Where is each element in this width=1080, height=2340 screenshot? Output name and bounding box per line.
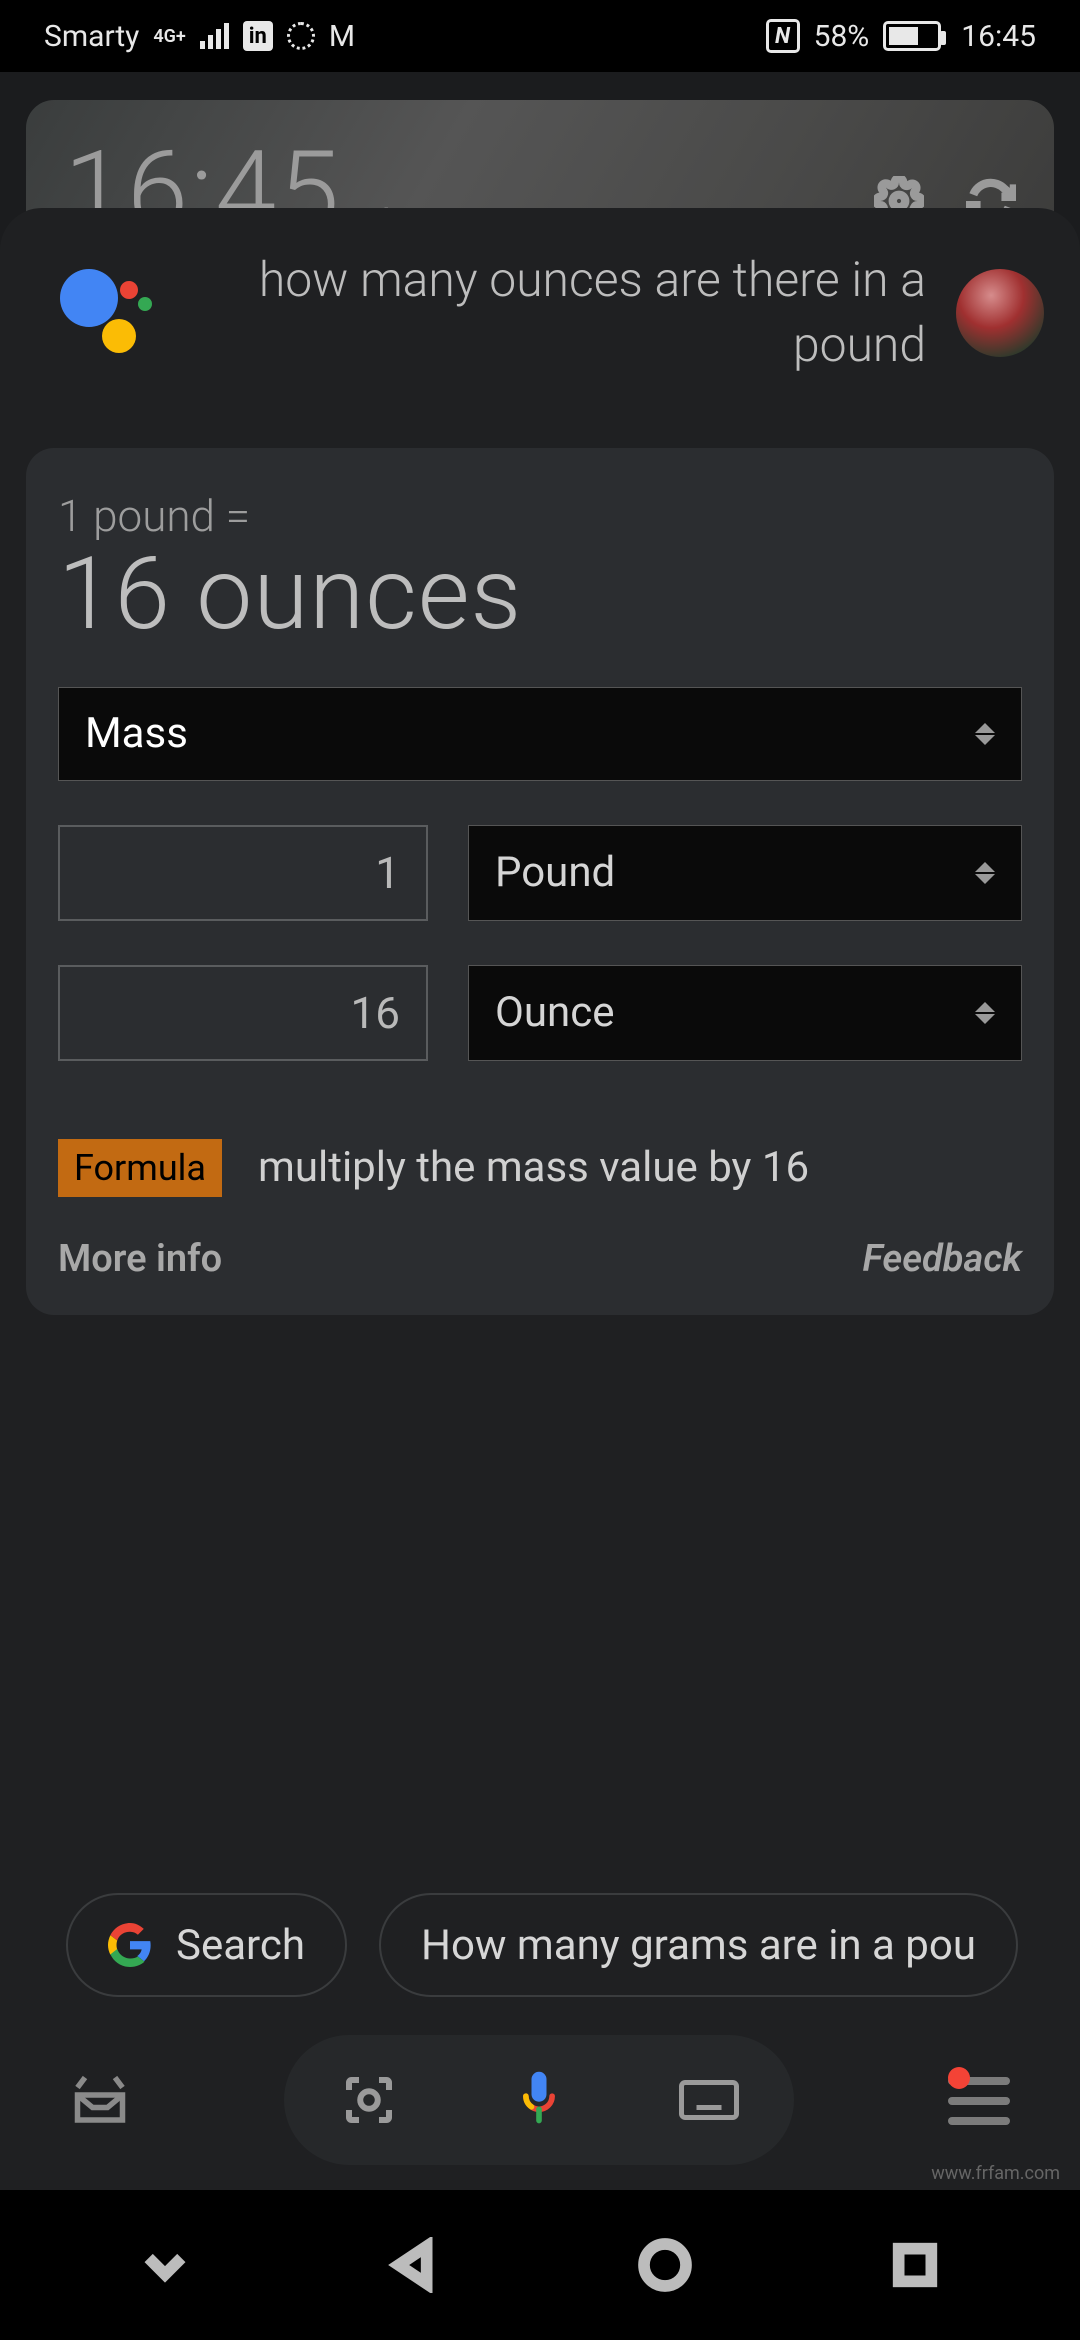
user-avatar[interactable] xyxy=(956,269,1044,357)
feedback-link[interactable]: Feedback xyxy=(863,1237,1022,1281)
result-value: 16 ounces xyxy=(58,536,1022,653)
more-info-link[interactable]: More info xyxy=(58,1237,222,1281)
signal-icon xyxy=(200,23,229,49)
equation-label: 1 pound = xyxy=(58,490,1022,542)
suggestion-chips-row[interactable]: Search How many grams are in a pou xyxy=(66,1890,1080,2000)
keyboard-icon[interactable] xyxy=(679,2070,739,2130)
brightness-icon xyxy=(287,22,315,50)
to-value-input[interactable]: 16 xyxy=(58,965,428,1061)
nav-collapse-icon[interactable] xyxy=(137,2237,193,2293)
conversion-card: 1 pound = 16 ounces Mass 1 Pound 16 Ounc… xyxy=(26,448,1054,1315)
status-clock: 16:45 xyxy=(961,19,1036,54)
from-value-input[interactable]: 1 xyxy=(58,825,428,921)
suggestion-chip-1-label: How many grams are in a pou xyxy=(421,1921,976,1970)
query-row: how many ounces are there in a pound xyxy=(0,248,1080,412)
formula-text: multiply the mass value by 16 xyxy=(258,1143,809,1192)
inbox-icon[interactable] xyxy=(70,2070,130,2130)
nav-home-icon[interactable] xyxy=(637,2237,693,2293)
formula-badge: Formula xyxy=(58,1139,222,1197)
google-logo-icon xyxy=(108,1923,152,1967)
from-unit-label: Pound xyxy=(495,848,615,897)
user-query-text: how many ounces are there in a pound xyxy=(190,248,926,378)
gmail-icon: M xyxy=(329,19,355,54)
nfc-icon: N xyxy=(766,19,800,53)
watermark: www.frfam.com xyxy=(931,2163,1060,2184)
status-bar: Smarty 4G+ in M N 58% 16:45 xyxy=(0,0,1080,72)
lens-icon[interactable] xyxy=(339,2070,399,2130)
input-pill xyxy=(284,2035,794,2165)
linkedin-icon: in xyxy=(243,21,273,51)
network-type: 4G+ xyxy=(153,26,185,47)
mic-icon[interactable] xyxy=(509,2068,569,2132)
carrier-label: Smarty xyxy=(44,19,139,54)
nav-recents-icon[interactable] xyxy=(887,2237,943,2293)
chevron-updown-icon xyxy=(975,723,995,745)
to-unit-label: Ounce xyxy=(495,988,615,1037)
search-chip-label: Search xyxy=(176,1921,305,1970)
assistant-logo-icon xyxy=(60,263,160,363)
suggestion-chip-1[interactable]: How many grams are in a pou xyxy=(379,1893,1018,1997)
chevron-updown-icon xyxy=(975,1002,995,1024)
search-chip[interactable]: Search xyxy=(66,1893,347,1997)
category-select[interactable]: Mass xyxy=(58,687,1022,781)
suggestions-menu-icon[interactable] xyxy=(948,2075,1010,2125)
nav-back-icon[interactable] xyxy=(387,2237,443,2293)
battery-percent: 58% xyxy=(814,19,870,54)
from-unit-select[interactable]: Pound xyxy=(468,825,1022,921)
system-nav-bar xyxy=(0,2190,1080,2340)
chevron-updown-icon xyxy=(975,862,995,884)
battery-icon xyxy=(883,21,941,51)
assistant-action-bar xyxy=(0,2030,1080,2170)
category-select-label: Mass xyxy=(85,709,188,758)
to-unit-select[interactable]: Ounce xyxy=(468,965,1022,1061)
assistant-sheet: how many ounces are there in a pound 1 p… xyxy=(0,208,1080,2340)
